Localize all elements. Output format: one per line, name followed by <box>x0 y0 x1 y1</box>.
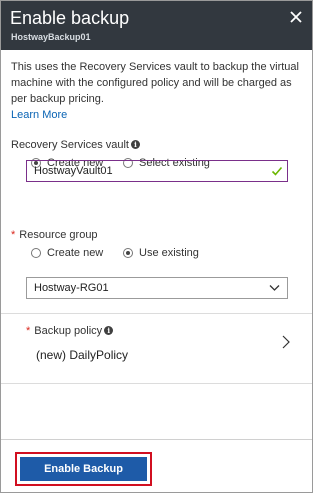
chevron-right-icon <box>282 335 290 349</box>
info-icon[interactable]: i <box>104 326 114 335</box>
close-icon[interactable] <box>289 10 303 24</box>
checkmark-icon <box>271 166 283 176</box>
blade-header: Enable backup HostwayBackup01 <box>1 1 312 50</box>
vault-name-value: HostwayVault01 <box>34 165 113 177</box>
backup-policy-value: (new) DailyPolicy <box>36 348 129 362</box>
vault-label: Recovery Services vault i <box>11 138 140 152</box>
radio-unselected-icon[interactable] <box>31 248 41 258</box>
blade-subtitle: HostwayBackup01 <box>11 32 91 42</box>
required-marker: * <box>26 325 31 337</box>
backup-policy-selector[interactable]: * Backup policy i (new) DailyPolicy <box>26 323 296 373</box>
enable-backup-button[interactable]: Enable Backup <box>20 457 147 481</box>
rg-radio-create-new[interactable]: Create new <box>31 247 103 259</box>
enable-backup-blade: Enable backup HostwayBackup01 This uses … <box>0 0 313 493</box>
intro-description: This uses the Recovery Services vault to… <box>11 61 299 105</box>
rg-radio-existing-label: Use existing <box>139 247 199 259</box>
learn-more-link[interactable]: Learn More <box>11 107 303 123</box>
resource-group-value: Hostway-RG01 <box>34 282 109 294</box>
info-icon[interactable]: i <box>131 140 140 149</box>
section-divider <box>1 313 312 314</box>
resource-group-dropdown[interactable]: Hostway-RG01 <box>26 277 288 299</box>
intro-text: This uses the Recovery Services vault to… <box>11 59 303 123</box>
section-divider <box>1 383 312 384</box>
blade-title: Enable backup <box>10 8 130 28</box>
radio-selected-icon[interactable] <box>123 248 133 258</box>
vault-label-text: Recovery Services vault <box>11 139 129 151</box>
vault-name-input[interactable]: HostwayVault01 <box>26 160 288 182</box>
backup-policy-label-text: Backup policy <box>34 325 103 337</box>
resource-group-label-text: Resource group <box>19 229 98 241</box>
required-marker: * <box>11 229 16 241</box>
backup-policy-label: * Backup policy i <box>26 325 114 337</box>
rg-radio-use-existing[interactable]: Use existing <box>123 247 199 259</box>
resource-group-label: * Resource group <box>11 228 98 242</box>
footer-separator <box>1 439 312 440</box>
chevron-down-icon <box>269 285 280 291</box>
rg-radio-create-label: Create new <box>47 247 104 259</box>
